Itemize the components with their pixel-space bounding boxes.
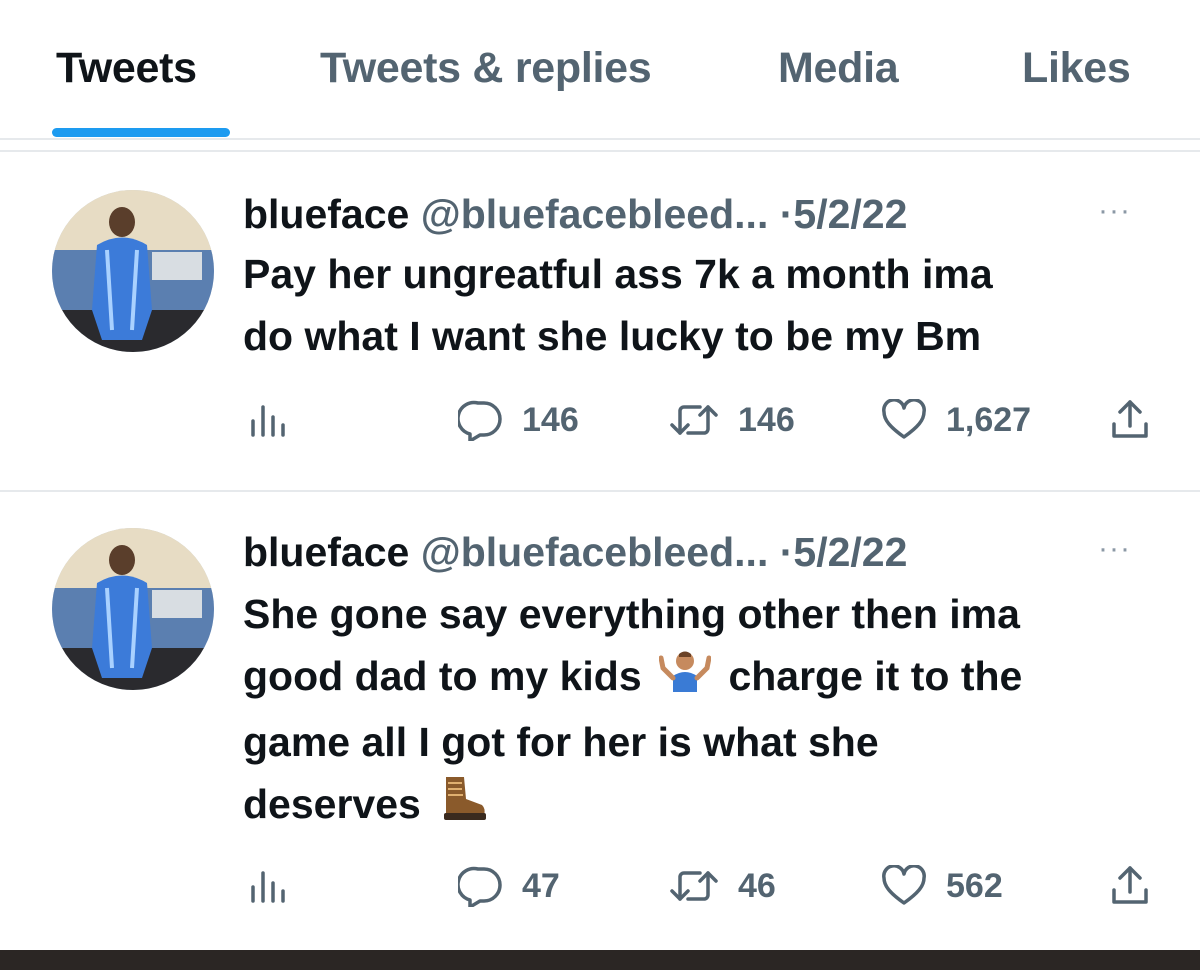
tweet-header: blueface @bluefacebleed... ·5/2/22 (243, 528, 907, 576)
views-button[interactable] (246, 390, 288, 450)
tweet-actions: 47 46 562 (0, 856, 1200, 916)
hiking-boot-emoji (438, 773, 488, 840)
avatar[interactable] (52, 528, 214, 690)
tweet-date[interactable]: 5/2/22 (793, 191, 907, 237)
heart-icon (882, 865, 926, 905)
separator-dot: · (779, 529, 794, 575)
views-icon (251, 405, 285, 437)
views-icon (251, 871, 285, 903)
bottom-edge-bar (0, 950, 1200, 970)
tweet-text-line: do what I want she lucky to be my Bm (243, 313, 982, 359)
avatar[interactable] (52, 190, 214, 352)
display-name[interactable]: blueface (243, 191, 409, 237)
active-tab-indicator (52, 128, 230, 137)
like-count: 1,627 (946, 400, 1032, 439)
person-shrugging-emoji (658, 648, 712, 711)
tweet-text-line: She gone say everything other then ima (243, 591, 1020, 637)
tweet-divider (0, 490, 1200, 492)
reply-icon (458, 866, 502, 907)
tab-likes[interactable]: Likes (1022, 44, 1131, 93)
tab-media[interactable]: Media (778, 44, 899, 93)
like-button[interactable]: 1,627 (880, 390, 1031, 450)
reply-icon (458, 400, 502, 441)
tweet-header: blueface @bluefacebleed... ·5/2/22 (243, 190, 907, 238)
heart-icon (882, 399, 926, 439)
like-count: 562 (946, 866, 1003, 905)
tweet-text: Pay her ungreatful ass 7k a month ima do… (243, 243, 1163, 367)
tweet-text-line: deserves (243, 773, 1163, 841)
reply-count: 47 (522, 866, 560, 905)
tweet-text-line: game all I got for her is what she (243, 718, 879, 765)
retweet-icon (670, 405, 718, 435)
retweet-count: 46 (738, 866, 776, 905)
tweet-actions: 146 146 1,627 (0, 390, 1200, 450)
user-handle[interactable]: @bluefacebleed... (421, 529, 769, 575)
retweet-button[interactable]: 146 (668, 390, 795, 450)
separator-dot: · (779, 191, 794, 237)
tabs-divider (0, 138, 1200, 140)
retweet-button[interactable]: 46 (668, 856, 776, 916)
tweet-text-segment: charge it to the (728, 653, 1023, 699)
tweet-text-line: good dad to my kids charge it to the (243, 645, 1163, 711)
like-button[interactable]: 562 (880, 856, 1003, 916)
tabs-divider-secondary (0, 150, 1200, 152)
tweet-text: She gone say everything other then ima g… (243, 583, 1163, 840)
tweet-date[interactable]: 5/2/22 (793, 529, 907, 575)
more-options-icon[interactable]: ··· (1098, 194, 1131, 228)
share-icon (1112, 400, 1148, 438)
retweet-icon (670, 871, 718, 901)
display-name[interactable]: blueface (243, 529, 409, 575)
reply-count: 146 (522, 400, 579, 439)
tweet-text-line: Pay her ungreatful ass 7k a month ima (243, 251, 993, 297)
more-options-icon[interactable]: ··· (1098, 532, 1131, 566)
tab-tweets-and-replies[interactable]: Tweets & replies (320, 44, 652, 93)
reply-button[interactable]: 146 (458, 390, 579, 450)
user-handle[interactable]: @bluefacebleed... (421, 191, 769, 237)
reply-button[interactable]: 47 (458, 856, 560, 916)
share-icon (1112, 866, 1148, 904)
profile-tabs: Tweets Tweets & replies Media Likes (0, 0, 1200, 140)
tweet-text-segment: good dad to my kids (243, 653, 642, 699)
tweet-text-segment: deserves (243, 780, 421, 827)
share-button[interactable] (1110, 390, 1150, 450)
share-button[interactable] (1110, 856, 1150, 916)
views-button[interactable] (246, 856, 288, 916)
retweet-count: 146 (738, 400, 795, 439)
tab-tweets[interactable]: Tweets (56, 44, 197, 93)
